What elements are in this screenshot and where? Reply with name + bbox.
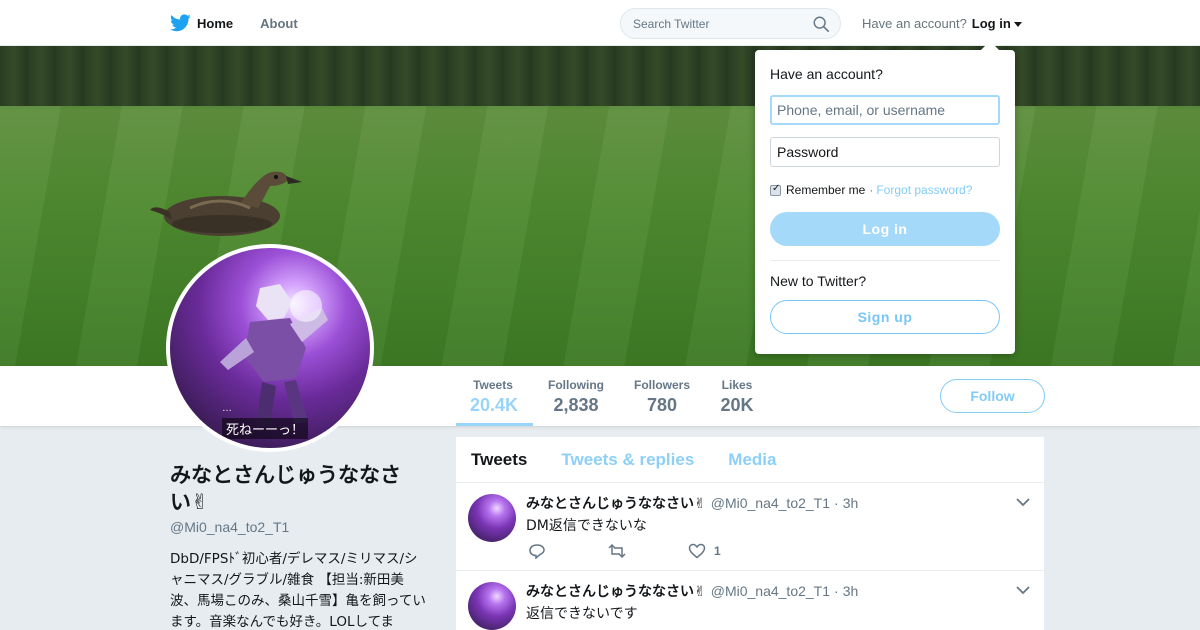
stat-value: 780: [646, 395, 678, 415]
signup-button[interactable]: Sign up: [770, 300, 1000, 334]
stat-likes[interactable]: Likes 20K: [719, 378, 755, 416]
like-count: 1: [714, 544, 721, 558]
avatar-caption-mark: …: [222, 403, 232, 414]
heart-icon: [688, 543, 706, 559]
tweet-avatar[interactable]: [468, 582, 516, 630]
dropdown-title: Have an account?: [770, 66, 883, 82]
stat-tweets[interactable]: Tweets 20.4K: [470, 378, 519, 416]
timeline-tabs: Tweets Tweets & replies Media: [456, 437, 1044, 483]
banner-hedge: [0, 46, 1200, 106]
stat-value: 2,838: [553, 395, 599, 415]
login-dropdown: Have an account? Remember me · Forgot pa…: [755, 41, 1015, 354]
tweet-header: みなとさんじゅうななさい✌ @Mi0_na4_to2_T1 · 3h: [526, 581, 858, 601]
tab-media[interactable]: Media: [728, 450, 776, 470]
tab-tweets-replies[interactable]: Tweets & replies: [561, 450, 694, 470]
username-input[interactable]: [770, 95, 1000, 125]
search-input[interactable]: [621, 9, 801, 38]
reply-icon: [529, 544, 545, 559]
account-area: Have an account? Log in: [862, 16, 1022, 31]
duck-image: [150, 171, 302, 236]
profile-bio: DbD/FPSﾄﾞ初心者/デレマス/ミリマス/シャニマス/グラブル/雑食 【担当…: [170, 551, 426, 630]
active-stat-underline: [456, 423, 533, 426]
login-toggle-label: Log in: [971, 16, 1011, 31]
tweet-author-handle[interactable]: @Mi0_na4_to2_T1: [711, 583, 830, 599]
reply-button[interactable]: [528, 543, 608, 559]
tweet-timestamp[interactable]: 3h: [843, 495, 859, 511]
login-toggle[interactable]: Log in: [972, 16, 1022, 31]
like-button[interactable]: 1: [688, 543, 768, 559]
stat-label: Following: [548, 378, 604, 392]
login-submit-button[interactable]: Log in: [770, 212, 1000, 246]
stat-label: Followers: [633, 378, 690, 392]
tweet-actions: 1: [528, 543, 768, 559]
chevron-down-icon[interactable]: [1016, 585, 1030, 595]
search-icon[interactable]: [812, 15, 830, 33]
chevron-down-icon[interactable]: [1016, 497, 1030, 507]
profile-avatar[interactable]: … 死ねーーっ！: [166, 244, 374, 452]
caret-down-icon: [1013, 22, 1022, 28]
forgot-password-link[interactable]: Forgot password?: [876, 183, 972, 197]
password-input[interactable]: [770, 137, 1000, 167]
tweet-avatar[interactable]: [468, 494, 516, 542]
separator-dot: ·: [869, 183, 874, 197]
twitter-bird-icon: [170, 14, 191, 32]
separator-dot: ·: [834, 495, 839, 511]
search-box: [620, 8, 841, 39]
home-link[interactable]: Home: [170, 14, 233, 32]
top-nav-bar: Home About Have an account? Log in: [0, 0, 1200, 46]
tweet-author-name[interactable]: みなとさんじゅうななさい✌: [526, 581, 706, 601]
stat-following[interactable]: Following 2,838: [548, 378, 604, 416]
follow-button[interactable]: Follow: [940, 379, 1045, 413]
tab-tweets[interactable]: Tweets: [471, 450, 527, 470]
avatar-caption: 死ねーーっ！: [222, 418, 309, 439]
separator-dot: ·: [834, 583, 839, 599]
nav-left: Home About: [170, 0, 325, 46]
tweet-text: 返信できないです: [526, 606, 638, 622]
profile-name: みなとさんじゅうななさい✌: [170, 463, 401, 514]
stat-label: Tweets: [473, 378, 513, 392]
dropdown-divider: [770, 260, 1000, 261]
stat-value: 20.4K: [470, 395, 519, 415]
stat-value: 20K: [720, 395, 754, 415]
timeline: Tweets Tweets & replies Media みなとさんじゅうなな…: [456, 437, 1044, 630]
remember-row: Remember me · Forgot password?: [770, 183, 972, 197]
remember-me-label[interactable]: Remember me: [786, 183, 865, 197]
about-link[interactable]: About: [260, 16, 298, 31]
avatar-image: … 死ねーーっ！: [170, 248, 370, 448]
tweet-item[interactable]: みなとさんじゅうななさい✌ @Mi0_na4_to2_T1 · 3h DM返信で…: [456, 483, 1044, 571]
tweet-timestamp[interactable]: 3h: [843, 583, 859, 599]
stat-label: Likes: [721, 378, 753, 392]
retweet-icon: [608, 543, 626, 559]
account-prompt: Have an account?: [862, 16, 967, 31]
tweet-author-name[interactable]: みなとさんじゅうななさい✌: [526, 493, 706, 513]
stat-followers[interactable]: Followers 780: [633, 378, 691, 416]
profile-handle[interactable]: @Mi0_na4_to2_T1: [170, 519, 289, 535]
retweet-button[interactable]: [608, 543, 688, 559]
tweet-item[interactable]: みなとさんじゅうななさい✌ @Mi0_na4_to2_T1 · 3h 返信できな…: [456, 571, 1044, 630]
home-label: Home: [197, 15, 234, 31]
remember-me-checkbox[interactable]: [770, 183, 781, 196]
new-to-twitter-label: New to Twitter?: [770, 273, 867, 289]
tweet-author-handle[interactable]: @Mi0_na4_to2_T1: [711, 495, 830, 511]
tweet-header: みなとさんじゅうななさい✌ @Mi0_na4_to2_T1 · 3h: [526, 493, 858, 513]
tweet-text: DM返信できないな: [526, 518, 647, 534]
